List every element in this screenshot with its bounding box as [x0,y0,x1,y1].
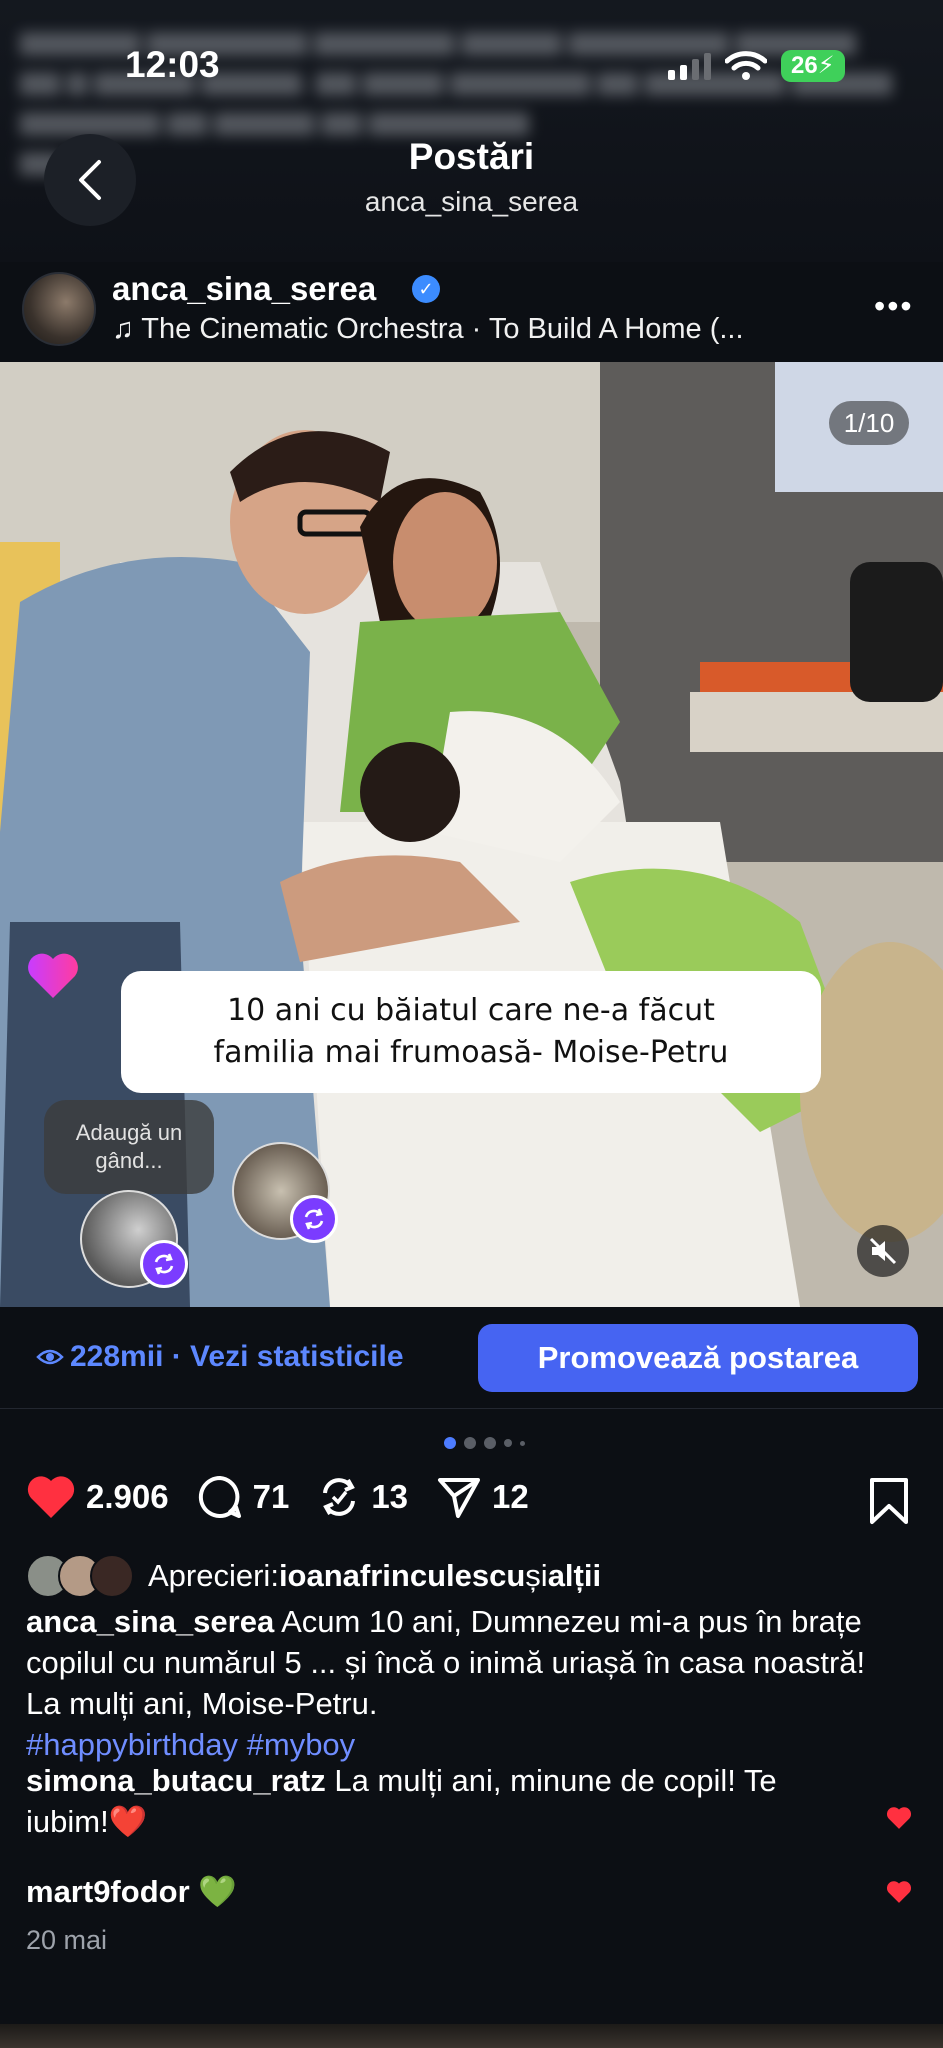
post-caption: anca_sina_serea Acum 10 ani, Dumnezeu mi… [26,1604,866,1762]
caption-author[interactable]: anca_sina_serea [26,1604,274,1639]
comment-button[interactable]: 71 [197,1474,289,1520]
repost-badge-icon [290,1195,338,1243]
avatar[interactable] [22,272,96,346]
carousel-dot-active [444,1437,456,1449]
battery-indicator: 26⚡ [781,50,845,82]
carousel-dot [504,1439,512,1447]
view-insights-link[interactable]: 228mii · Vezi statisticile [36,1340,404,1374]
others-link[interactable]: alții [548,1558,601,1594]
floating-heart-icon [26,950,80,1005]
promote-post-button[interactable]: Promovează postarea [478,1324,918,1392]
page-subtitle: anca_sina_serea [364,186,579,217]
bookmark-icon [870,1478,908,1524]
likes-summary[interactable]: Aprecieri: ioanafrinculescu și alții [26,1554,601,1598]
repost-icon [323,1478,356,1516]
comment-icon [198,1475,241,1518]
comment-item: mart9fodor 💚 [26,1874,237,1909]
status-icons: 26⚡ [668,50,845,82]
save-button[interactable] [868,1476,910,1531]
heart-filled-icon [886,1881,912,1903]
verified-badge-icon: ✓ [412,275,440,303]
repost-button[interactable]: 13 [317,1475,408,1519]
hashtag-link[interactable]: #myboy [247,1727,356,1762]
share-button[interactable]: 12 [436,1474,529,1520]
carousel-dot [484,1437,496,1449]
carousel-dot [464,1437,476,1449]
comment-item: simona_butacu_ratz La mulți ani, minune … [26,1763,777,1839]
liker-avatar [90,1554,134,1598]
more-options-button[interactable]: ••• [874,288,914,325]
action-bar: 2.906 71 13 12 [26,1474,557,1520]
image-text-overlay: 10 ani cu băiatul care ne-a făcut famili… [121,971,821,1093]
post-username[interactable]: anca_sina_serea [112,270,376,308]
cellular-signal-icon [668,52,711,80]
status-time: 12:03 [125,44,220,85]
mute-button[interactable] [857,1225,909,1277]
like-button[interactable]: 2.906 [26,1474,169,1520]
carousel-indicator [444,1437,525,1449]
eye-icon [36,1349,64,1365]
liker-username[interactable]: ioanafrinculescu [279,1558,525,1594]
overlay-line-2: familia mai frumoasă- Moise-Petru [213,1035,729,1070]
carousel-dot [520,1440,525,1446]
page-title: Postări [408,136,535,177]
comment-like-button[interactable] [886,1880,912,1909]
music-note-icon: ♫ [112,313,142,345]
heart-filled-icon [27,1476,75,1518]
wifi-icon [725,51,767,80]
comment-like-button[interactable] [886,1806,912,1835]
heart-filled-icon [886,1807,912,1829]
divider [0,1408,943,1409]
hashtag-link[interactable]: #happybirthday [26,1727,238,1762]
next-post-preview [0,2024,943,2048]
repost-badge-icon [140,1240,188,1288]
overlay-line-1: 10 ani cu băiatul care ne-a făcut [227,993,715,1028]
speaker-muted-icon [869,1237,897,1265]
post-date: 20 mai [26,1925,108,1955]
comment-author[interactable]: mart9fodor [26,1874,190,1909]
add-thought-bubble[interactable]: Adaugă un gând... [44,1100,214,1194]
media-counter: 1/10 [829,401,909,445]
send-icon [438,1478,481,1518]
comment-author[interactable]: simona_butacu_ratz [26,1763,326,1798]
music-track[interactable]: ♫ The Cinematic Orchestra · To Build A H… [112,313,744,346]
